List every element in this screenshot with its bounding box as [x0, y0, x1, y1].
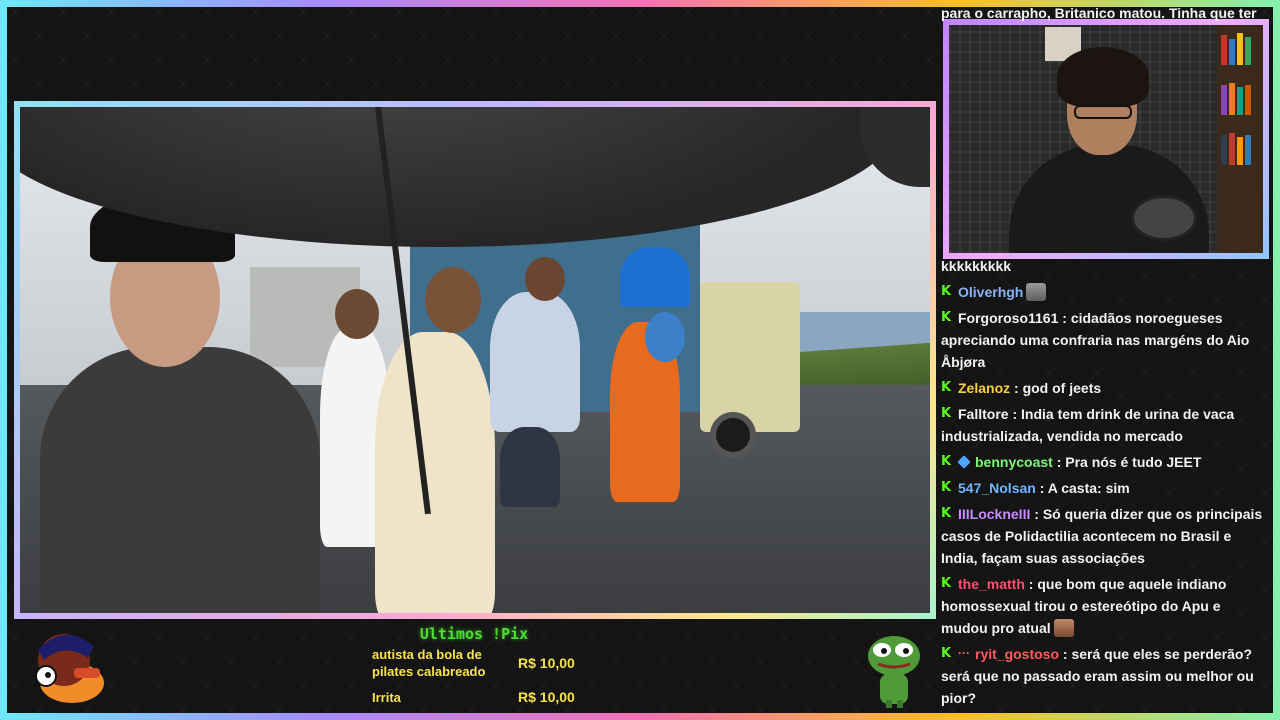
dots-badge-icon	[958, 642, 970, 664]
chat-separator: :	[1024, 576, 1038, 592]
chat-username[interactable]: 547_Nolsan	[958, 480, 1036, 496]
chat-message: Falltore : India tem drink de urina de v…	[941, 403, 1271, 447]
chat-username[interactable]: Falltore	[958, 406, 1009, 422]
webcam-frame	[943, 19, 1269, 259]
video-person-head	[335, 289, 379, 339]
face-emote-icon	[1053, 619, 1074, 637]
chat-message: 547_Nolsan : A casta: sim	[941, 477, 1271, 499]
chat-text: Pra nós é tudo JEET	[1065, 454, 1202, 470]
pix-title: Ultimos !Pix	[419, 625, 529, 643]
video-truck-tarp	[620, 247, 690, 307]
chat-panel[interactable]: kkkkkkkkk Oliverhgh Forgoroso1161 : cidadã…	[941, 255, 1271, 715]
pix-entry: autista da bola de pilates calabreado R$ …	[372, 646, 575, 680]
kick-badge-icon	[941, 477, 953, 499]
cat-emote-icon	[1026, 283, 1047, 301]
video-truck-wheel	[710, 412, 756, 458]
chat-separator: :	[1008, 406, 1022, 422]
chat-separator: :	[1035, 480, 1048, 496]
chat-separator: :	[1058, 310, 1071, 326]
chat-separator: :	[1030, 506, 1043, 522]
kick-badge-icon	[941, 573, 953, 595]
video-person	[375, 332, 495, 613]
webcam-feed	[949, 25, 1263, 253]
chat-message: bennycoast : Pra nós é tudo JEET	[941, 451, 1271, 473]
chat-username[interactable]: IIILockneIII	[958, 506, 1030, 522]
pepe-frog-icon	[868, 636, 920, 708]
video-person	[500, 427, 560, 507]
chat-separator: :	[1010, 380, 1023, 396]
video-streamer-body	[40, 347, 320, 613]
main-video-frame	[14, 101, 936, 619]
chat-message: Oliverhgh	[941, 281, 1271, 303]
pix-entry-amount: R$ 10,00	[518, 689, 575, 706]
main-video[interactable]	[20, 107, 930, 613]
video-person-head	[425, 267, 481, 333]
kick-badge-icon	[941, 451, 953, 473]
chat-username[interactable]: ryit_gostoso	[975, 646, 1059, 662]
video-truck-cab	[700, 282, 800, 432]
chat-text: god of jeets	[1022, 380, 1102, 396]
chat-username[interactable]: Forgoroso1161	[958, 310, 1058, 326]
microphone-icon	[1131, 195, 1197, 241]
chat-message: Zelanoz : god of jeets	[941, 377, 1271, 399]
webcam-glasses	[1074, 105, 1132, 119]
chat-message: IIILockneIII : Só queria dizer que os pr…	[941, 503, 1271, 569]
webcam-bookshelf	[1217, 25, 1263, 253]
chat-message: Forgoroso1161 : cidadãos noroegueses apr…	[941, 307, 1271, 373]
pix-entry: Irrita R$ 10,00	[372, 688, 575, 706]
webcam-streamer-hair	[1057, 47, 1149, 107]
kick-badge-icon	[941, 503, 953, 525]
chat-partial-message: para o carrapho, Britanico matou. Tinha …	[941, 5, 1257, 21]
chat-username[interactable]: Oliverhgh	[958, 284, 1023, 300]
chat-message: ryit_gostoso : será que eles se perderão…	[941, 642, 1271, 709]
kick-badge-icon	[941, 403, 953, 425]
chat-message: the_matth : que bom que aquele indiano h…	[941, 573, 1271, 639]
pix-entry-amount: R$ 10,00	[518, 654, 575, 671]
subscriber-badge-icon	[957, 455, 971, 469]
pix-entry-name: Irrita	[372, 690, 401, 706]
chat-username[interactable]: bennycoast	[975, 454, 1053, 470]
chat-username[interactable]: the_matth	[958, 576, 1025, 592]
kick-badge-icon	[941, 307, 953, 329]
video-person	[490, 292, 580, 432]
pix-entry-name: autista da bola de pilates calabreado	[372, 647, 486, 679]
chat-text: kkkkkkkkk	[941, 258, 1012, 274]
video-person-head	[525, 257, 565, 301]
bottom-bar: Ultimos !Pix autista da bola de pilates …	[14, 622, 936, 714]
cartoon-character-icon	[35, 634, 104, 703]
kick-badge-icon	[941, 377, 953, 399]
stream-overlay: para o carrapho, Britanico matou. Tinha …	[0, 0, 1280, 720]
chat-message: kkkkkkkkk	[941, 255, 1271, 277]
chat-username[interactable]: Zelanoz	[958, 380, 1010, 396]
kick-badge-icon	[941, 281, 953, 303]
chat-separator: :	[1059, 646, 1072, 662]
kick-badge-icon	[941, 643, 953, 665]
chat-separator: :	[1052, 454, 1066, 470]
video-person-head	[645, 312, 685, 362]
chat-text: A casta: sim	[1047, 480, 1130, 496]
